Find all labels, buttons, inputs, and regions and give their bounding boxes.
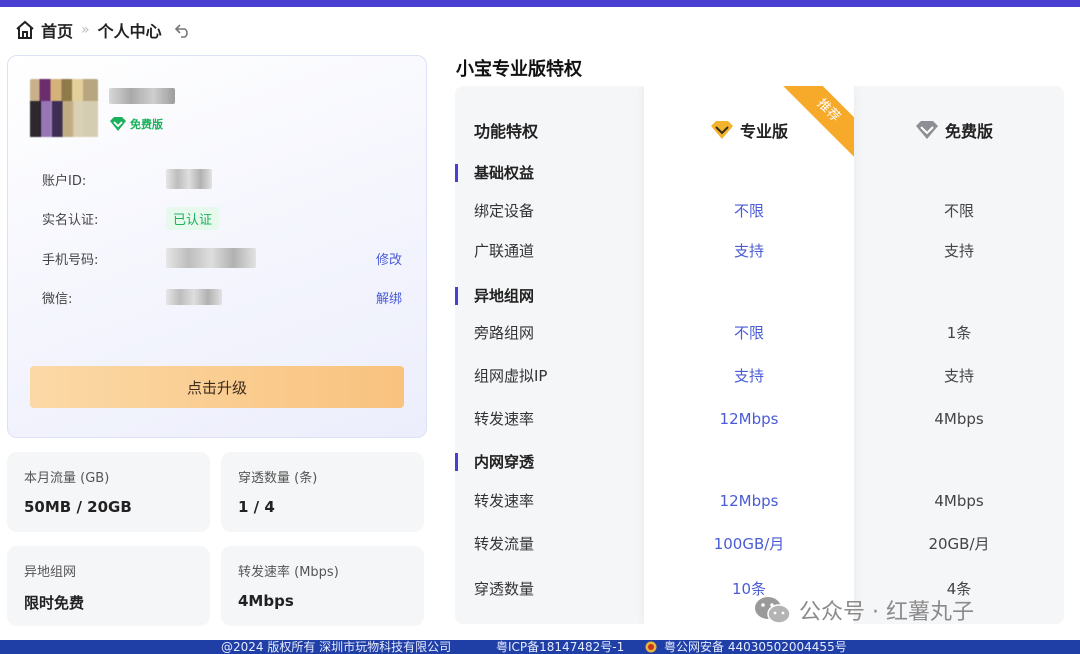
stat-value: 4Mbps bbox=[238, 592, 294, 610]
feature-label: 穿透数量 bbox=[474, 580, 535, 598]
free-value: 1条 bbox=[946, 324, 972, 342]
footer: @2024 版权所有 深圳市玩物科技有限公司 粤ICP备18147482号-1 … bbox=[0, 640, 1080, 654]
watermark-text: 公众号 · 红薯丸子 bbox=[799, 600, 974, 625]
feature-label: 绑定设备 bbox=[474, 202, 535, 220]
section-title: 内网穿透 bbox=[455, 451, 534, 473]
real-name-label: 实名认证: bbox=[42, 212, 99, 228]
section-title: 基础权益 bbox=[455, 162, 534, 184]
stat-label: 穿透数量 (条) bbox=[238, 471, 318, 486]
phone-redacted bbox=[166, 248, 256, 268]
wechat-row: 微信: 解绑 bbox=[42, 285, 402, 309]
stat-monthly-traffic: 本月流量 (GB) 50MB / 20GB bbox=[7, 452, 210, 532]
account-id-redacted bbox=[166, 169, 212, 189]
feature-label: 组网虚拟IP bbox=[474, 367, 548, 385]
stat-remote-network: 异地组网 限时免费 bbox=[7, 546, 210, 626]
edit-phone-link[interactable]: 修改 bbox=[376, 249, 402, 268]
stat-value: 1 / 4 bbox=[238, 498, 275, 516]
gray-diamond-icon bbox=[916, 121, 938, 139]
phone-label: 手机号码: bbox=[42, 252, 99, 268]
username-redacted bbox=[109, 88, 175, 104]
stat-value: 50MB / 20GB bbox=[24, 498, 132, 516]
police-badge-icon bbox=[645, 641, 657, 653]
footer-icp-link[interactable]: 粤ICP备18147482号-1 bbox=[496, 640, 624, 654]
breadcrumb-current: 个人中心 bbox=[97, 22, 162, 41]
stat-label: 转发速率 (Mbps) bbox=[238, 565, 339, 580]
pro-value: 不限 bbox=[733, 202, 764, 220]
free-value: 不限 bbox=[943, 202, 974, 220]
footer-police-link[interactable]: 粤公网安备 44030502004455号 bbox=[664, 640, 847, 654]
stat-value: 限时免费 bbox=[24, 594, 85, 612]
recommended-ribbon: 推荐 bbox=[779, 86, 854, 160]
feature-label: 广联通道 bbox=[474, 242, 535, 260]
pro-label: 专业版 bbox=[740, 122, 789, 141]
breadcrumb-separator: » bbox=[81, 22, 90, 38]
phone-row: 手机号码: 修改 bbox=[42, 246, 402, 270]
pro-value: 支持 bbox=[733, 367, 764, 385]
back-icon[interactable] bbox=[174, 21, 192, 39]
gold-diamond-icon bbox=[711, 121, 733, 139]
unbind-wechat-link[interactable]: 解绑 bbox=[376, 288, 402, 307]
compare-table: 推荐 功能特权 专业版 免费版 基础权益 绑定设备 不限 不限 广联通道 支持 … bbox=[455, 86, 1064, 624]
wechat-label: 微信: bbox=[42, 291, 73, 307]
column-header-feature: 功能特权 bbox=[474, 122, 539, 141]
wechat-redacted bbox=[166, 289, 222, 305]
breadcrumb-home[interactable]: 首页 bbox=[41, 18, 73, 42]
feature-label: 旁路组网 bbox=[474, 324, 535, 342]
pro-value: 100GB/月 bbox=[713, 535, 785, 553]
tier-badge: 免费版 bbox=[109, 114, 163, 134]
real-name-row: 实名认证: 已认证 bbox=[42, 206, 402, 230]
upgrade-button[interactable]: 点击升级 bbox=[30, 366, 404, 408]
footer-copyright: @2024 版权所有 深圳市玩物科技有限公司 bbox=[221, 640, 452, 654]
stat-label: 异地组网 bbox=[24, 565, 77, 580]
watermark: 公众号 · 红薯丸子 bbox=[753, 594, 974, 626]
verified-badge: 已认证 bbox=[166, 206, 220, 230]
profile-card: 免费版 账户ID: 实名认证: 已认证 手机号码: 修改 微信: 解绑 点击升级 bbox=[7, 55, 427, 438]
home-icon[interactable] bbox=[15, 20, 35, 40]
pro-value: 12Mbps bbox=[719, 492, 779, 510]
free-value: 20GB/月 bbox=[928, 535, 990, 553]
top-accent-bar bbox=[0, 0, 1080, 7]
free-value: 支持 bbox=[943, 242, 974, 260]
tier-label: 免费版 bbox=[130, 118, 163, 131]
free-value: 支持 bbox=[943, 367, 974, 385]
pro-value: 不限 bbox=[733, 324, 764, 342]
column-header-pro: 专业版 bbox=[710, 118, 788, 142]
free-value: 4Mbps bbox=[934, 410, 984, 428]
feature-label: 转发速率 bbox=[474, 410, 535, 428]
diamond-icon bbox=[110, 117, 126, 131]
compare-title: 小宝专业版特权 bbox=[456, 59, 582, 80]
free-label: 免费版 bbox=[945, 122, 994, 141]
stat-label: 本月流量 (GB) bbox=[24, 471, 110, 486]
pro-value: 支持 bbox=[733, 242, 764, 260]
account-id-label: 账户ID: bbox=[42, 173, 87, 189]
stat-forward-rate: 转发速率 (Mbps) 4Mbps bbox=[221, 546, 424, 626]
feature-label: 转发速率 bbox=[474, 492, 535, 510]
account-id-row: 账户ID: bbox=[42, 167, 402, 191]
column-header-free: 免费版 bbox=[915, 118, 993, 142]
stat-tunnel-count: 穿透数量 (条) 1 / 4 bbox=[221, 452, 424, 532]
section-title: 异地组网 bbox=[455, 285, 534, 307]
avatar[interactable] bbox=[30, 79, 98, 137]
feature-label: 转发流量 bbox=[474, 535, 535, 553]
wechat-icon bbox=[755, 597, 791, 624]
free-value: 4Mbps bbox=[934, 492, 984, 510]
pro-value: 12Mbps bbox=[719, 410, 779, 428]
breadcrumb: 首页 » 个人中心 bbox=[15, 18, 192, 42]
